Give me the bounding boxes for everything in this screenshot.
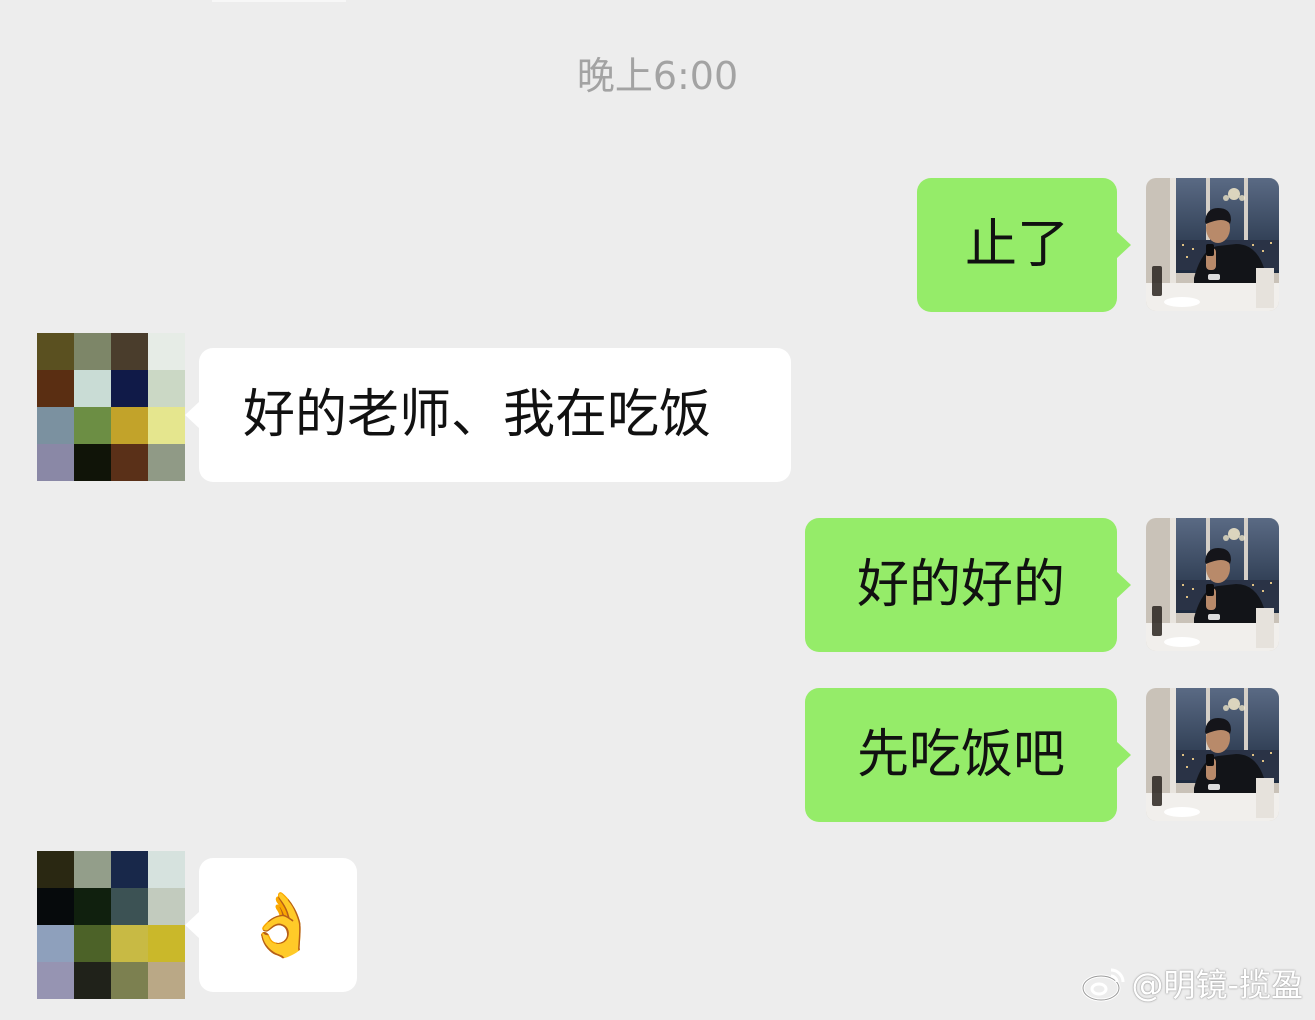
weibo-icon bbox=[1081, 964, 1127, 1002]
mosaic-cell bbox=[148, 444, 185, 481]
mosaic-cell bbox=[74, 407, 111, 444]
mosaic-cell bbox=[148, 370, 185, 407]
mosaic-cell bbox=[37, 962, 74, 999]
contact-avatar[interactable] bbox=[37, 851, 185, 999]
watermark: @明镜-揽盈 bbox=[1081, 960, 1303, 1006]
mosaic-cell bbox=[148, 962, 185, 999]
mosaic-cell bbox=[37, 888, 74, 925]
mosaic-cell bbox=[111, 962, 148, 999]
watermark-text: @明镜-揽盈 bbox=[1131, 966, 1303, 1004]
mosaic-cell bbox=[37, 407, 74, 444]
chat-bubble-outgoing[interactable]: 止了 bbox=[917, 178, 1131, 312]
mosaic-cell bbox=[74, 888, 111, 925]
mosaic-cell bbox=[111, 407, 148, 444]
mosaic-cell bbox=[74, 370, 111, 407]
photo-avatar-icon bbox=[1146, 178, 1279, 311]
mosaic-cell bbox=[111, 851, 148, 888]
mosaic-cell bbox=[37, 444, 74, 481]
mosaic-cell bbox=[111, 444, 148, 481]
self-avatar[interactable] bbox=[1146, 178, 1279, 311]
message-text: 止了 bbox=[964, 215, 1069, 275]
contact-avatar[interactable] bbox=[37, 333, 185, 481]
message-text: 好的老师、我在吃饭 bbox=[243, 385, 712, 445]
mosaic-cell bbox=[37, 925, 74, 962]
chat-bubble-outgoing[interactable]: 好的好的 bbox=[805, 518, 1131, 652]
photo-avatar-icon bbox=[1146, 688, 1279, 821]
mosaic-cell bbox=[74, 444, 111, 481]
chat-bubble-incoming[interactable]: 好的老师、我在吃饭 bbox=[185, 348, 791, 482]
mosaic-cell bbox=[74, 851, 111, 888]
chat-bubble-outgoing[interactable]: 先吃饭吧 bbox=[805, 688, 1131, 822]
mosaic-cell bbox=[111, 370, 148, 407]
message-text: 先吃饭吧 bbox=[856, 725, 1065, 785]
message-timestamp: 晚上6:00 bbox=[576, 54, 739, 98]
ok-hand-emoji: 👌 bbox=[243, 888, 321, 961]
self-avatar[interactable] bbox=[1146, 518, 1279, 651]
mosaic-cell bbox=[111, 888, 148, 925]
self-avatar[interactable] bbox=[1146, 688, 1279, 821]
chat-bubble-incoming[interactable]: 👌 bbox=[185, 858, 357, 992]
mosaic-cell bbox=[37, 851, 74, 888]
top-divider bbox=[212, 0, 346, 2]
mosaic-cell bbox=[111, 925, 148, 962]
photo-avatar-icon bbox=[1146, 518, 1279, 651]
mosaic-cell bbox=[148, 888, 185, 925]
mosaic-cell bbox=[148, 333, 185, 370]
mosaic-cell bbox=[148, 407, 185, 444]
message-text: 好的好的 bbox=[856, 555, 1065, 615]
mosaic-cell bbox=[74, 333, 111, 370]
mosaic-cell bbox=[37, 333, 74, 370]
mosaic-cell bbox=[148, 851, 185, 888]
mosaic-cell bbox=[74, 962, 111, 999]
mosaic-cell bbox=[111, 333, 148, 370]
mosaic-cell bbox=[37, 370, 74, 407]
mosaic-cell bbox=[74, 925, 111, 962]
mosaic-cell bbox=[148, 925, 185, 962]
